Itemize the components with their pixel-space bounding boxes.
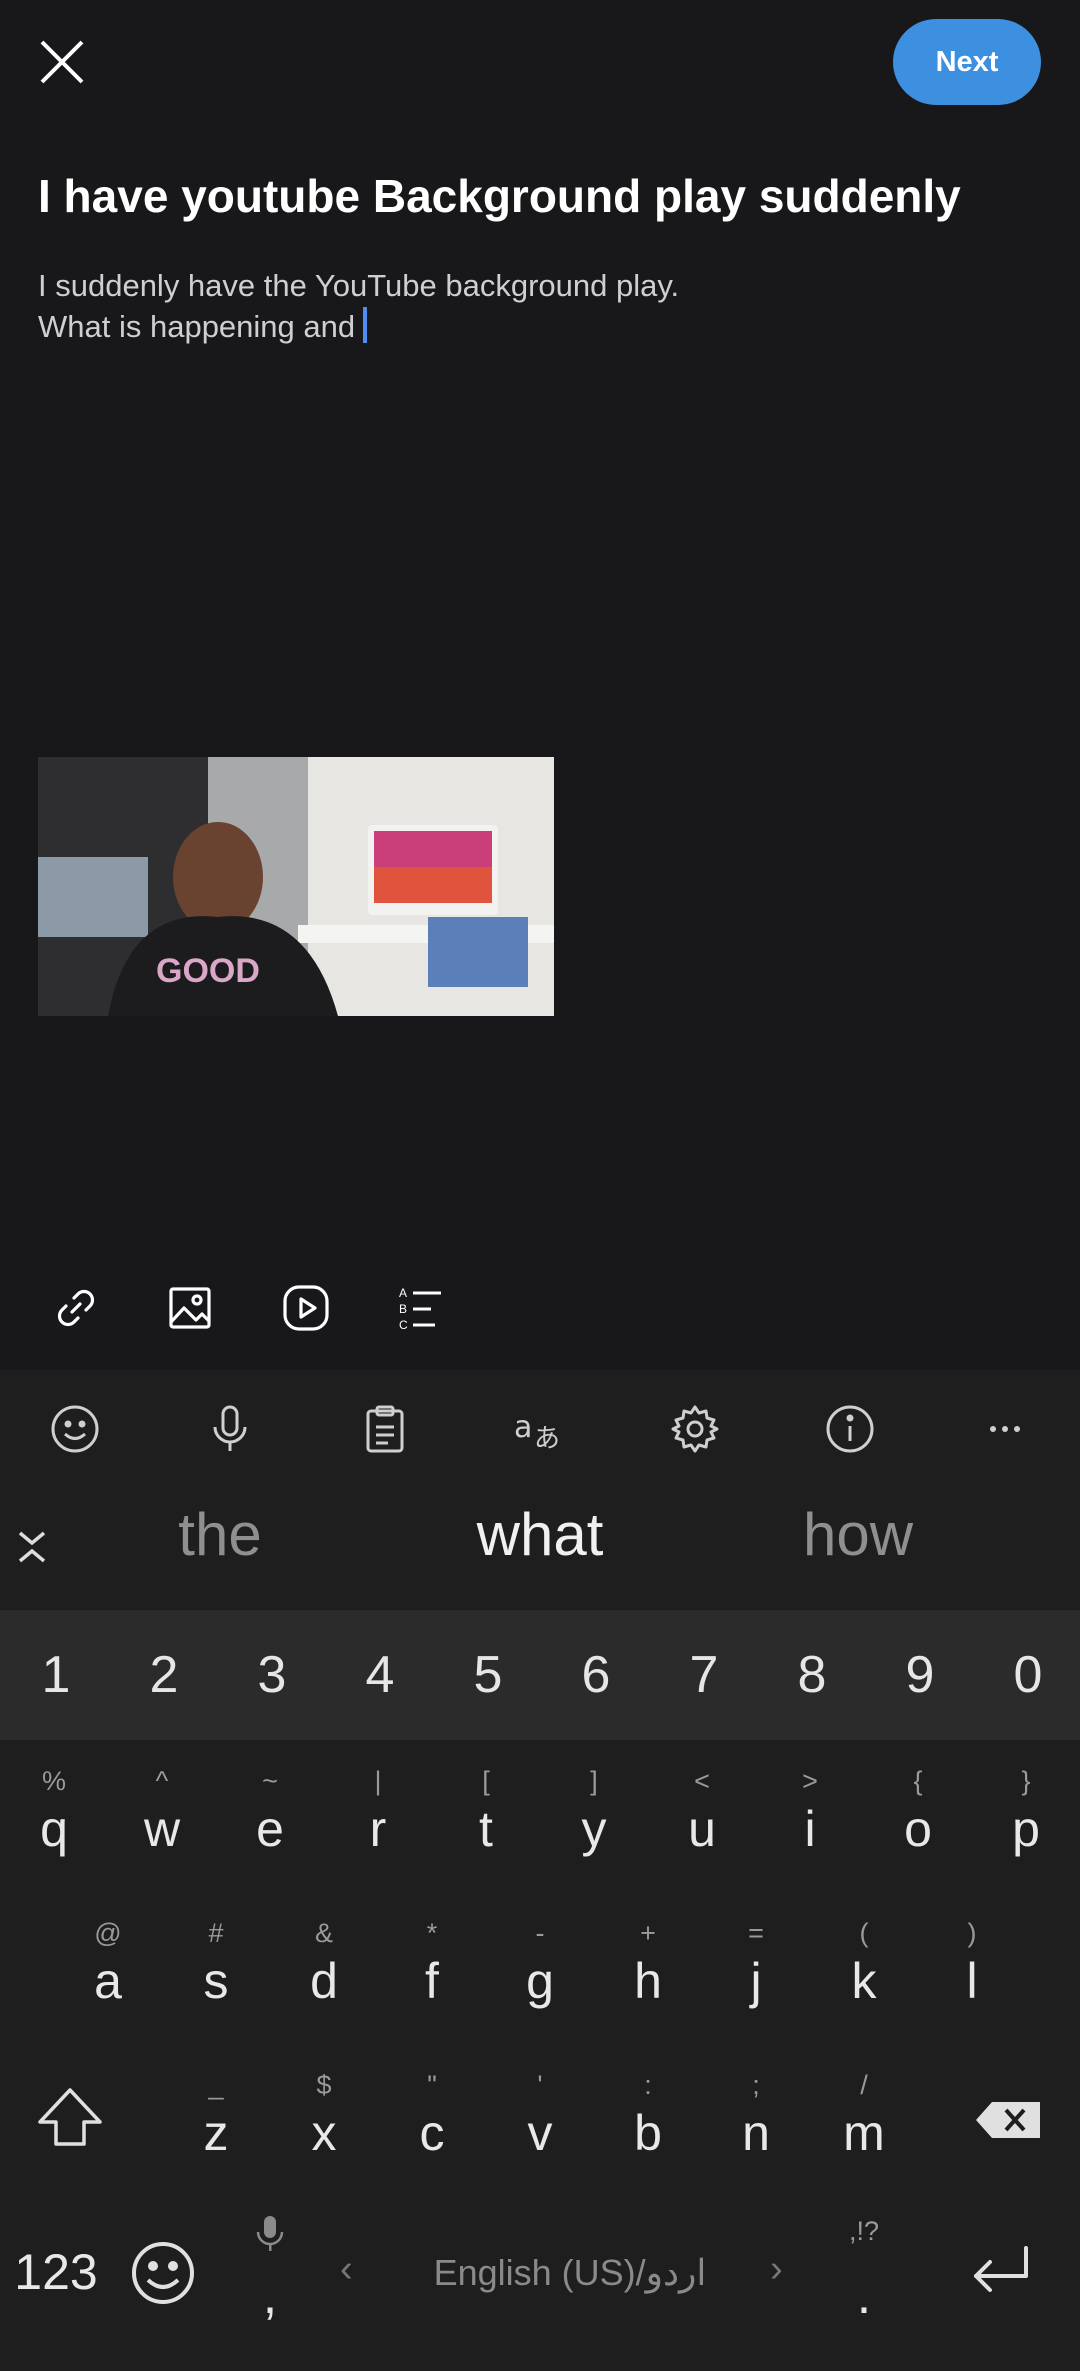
gear-icon bbox=[671, 1405, 719, 1453]
key-k[interactable]: (k bbox=[810, 1900, 918, 2050]
symbols-key[interactable]: 123 bbox=[6, 2232, 106, 2312]
svg-text:GOOD: GOOD bbox=[156, 952, 260, 990]
info-icon bbox=[826, 1405, 874, 1453]
body-line-1: I suddenly have the YouTube background p… bbox=[38, 268, 680, 303]
key-w[interactable]: ^ w bbox=[108, 1748, 216, 1898]
keyboard-more-button[interactable] bbox=[970, 1394, 1040, 1464]
image-button[interactable] bbox=[158, 1276, 222, 1340]
key-p[interactable]: } p bbox=[972, 1748, 1080, 1898]
svg-text:あ: あ bbox=[534, 1424, 560, 1454]
collapse-icon bbox=[18, 1531, 46, 1563]
key-1[interactable]: 1 bbox=[2, 1610, 110, 1740]
key-q[interactable]: % q bbox=[0, 1748, 108, 1898]
key-a[interactable]: @ a bbox=[54, 1900, 162, 2050]
key-4[interactable]: 4 bbox=[326, 1610, 434, 1740]
suggestion-2[interactable]: what bbox=[390, 1500, 690, 1569]
key-0[interactable]: 0 bbox=[974, 1610, 1080, 1740]
emoji-key[interactable] bbox=[128, 2238, 198, 2308]
key-3[interactable]: 3 bbox=[218, 1610, 326, 1740]
key-2[interactable]: 2 bbox=[110, 1610, 218, 1740]
key-l[interactable]: ) l bbox=[918, 1900, 1026, 2050]
attached-image[interactable]: GOOD bbox=[38, 757, 554, 1016]
key-u[interactable]: < u bbox=[648, 1748, 756, 1898]
translate-icon: a あ bbox=[514, 1410, 560, 1454]
key-y[interactable]: ] y bbox=[540, 1748, 648, 1898]
emoji-icon bbox=[51, 1405, 99, 1453]
suggestion-1[interactable]: the bbox=[70, 1500, 370, 1569]
more-icon bbox=[990, 1426, 1020, 1432]
key-e[interactable]: ~ e bbox=[216, 1748, 324, 1898]
mic-icon bbox=[213, 1405, 247, 1451]
key-5[interactable]: 5 bbox=[434, 1610, 542, 1740]
key-j[interactable]: = j bbox=[702, 1900, 810, 2050]
key-x[interactable]: $ x bbox=[270, 2052, 378, 2202]
collapse-suggestions-button[interactable] bbox=[10, 1525, 54, 1569]
svg-text:C: C bbox=[399, 1318, 408, 1332]
key-f[interactable]: * f bbox=[378, 1900, 486, 2050]
enter-key[interactable] bbox=[960, 2232, 1040, 2312]
keyboard-settings-button[interactable] bbox=[660, 1394, 730, 1464]
link-button[interactable] bbox=[44, 1276, 108, 1340]
key-n[interactable]: ; n bbox=[702, 2052, 810, 2202]
key-7[interactable]: 7 bbox=[650, 1610, 758, 1740]
clipboard-icon bbox=[366, 1405, 404, 1453]
comma-key[interactable]: , bbox=[222, 2210, 318, 2340]
key-c[interactable]: " c bbox=[378, 2052, 486, 2202]
close-icon bbox=[40, 40, 84, 84]
space-bar[interactable]: ‹ English (US)/اردو › bbox=[330, 2240, 810, 2310]
enter-icon bbox=[974, 2246, 1028, 2292]
key-h[interactable]: + h bbox=[594, 1900, 702, 2050]
suggestion-3[interactable]: how bbox=[708, 1500, 1008, 1569]
keyboard-voice-button[interactable] bbox=[195, 1394, 265, 1464]
shift-key[interactable] bbox=[28, 2078, 112, 2158]
backspace-icon bbox=[976, 2102, 1040, 2138]
text-cursor bbox=[363, 307, 368, 343]
key-i[interactable]: > i bbox=[756, 1748, 864, 1898]
svg-text:A: A bbox=[399, 1286, 407, 1300]
svg-text:a: a bbox=[514, 1410, 532, 1445]
link-icon bbox=[57, 1289, 95, 1327]
number-row: 1 2 3 4 5 6 7 8 9 0 bbox=[0, 1610, 1080, 1740]
key-d[interactable]: & d bbox=[270, 1900, 378, 2050]
key-v[interactable]: ' v bbox=[486, 2052, 594, 2202]
mic-icon bbox=[256, 2216, 284, 2251]
period-key[interactable]: ,!? . bbox=[814, 2210, 914, 2340]
next-button[interactable]: Next bbox=[893, 19, 1041, 105]
post-body-input[interactable]: I suddenly have the YouTube background p… bbox=[38, 265, 1038, 347]
key-r[interactable]: | r bbox=[324, 1748, 432, 1898]
keyboard-translate-button[interactable]: a あ bbox=[505, 1394, 575, 1464]
key-6[interactable]: 6 bbox=[542, 1610, 650, 1740]
keyboard-info-button[interactable] bbox=[815, 1394, 885, 1464]
list-icon: A B C bbox=[399, 1286, 441, 1332]
key-o[interactable]: {o bbox=[864, 1748, 972, 1898]
key-g[interactable]: -g bbox=[486, 1900, 594, 2050]
list-button[interactable]: A B C bbox=[388, 1276, 452, 1340]
keyboard-clipboard-button[interactable] bbox=[350, 1394, 420, 1464]
post-title-input[interactable]: I have youtube Background play suddenly bbox=[38, 166, 1048, 226]
backspace-key[interactable] bbox=[968, 2082, 1052, 2158]
image-icon bbox=[169, 1287, 211, 1329]
key-9[interactable]: 9 bbox=[866, 1610, 974, 1740]
chevron-left-icon: ‹ bbox=[340, 2248, 353, 2290]
key-z[interactable]: _ z bbox=[162, 2052, 270, 2202]
key-b[interactable]: :b bbox=[594, 2052, 702, 2202]
video-icon bbox=[283, 1285, 329, 1331]
key-s[interactable]: # s bbox=[162, 1900, 270, 2050]
close-button[interactable] bbox=[30, 30, 94, 94]
shift-icon bbox=[38, 2088, 102, 2146]
key-8[interactable]: 8 bbox=[758, 1610, 866, 1740]
emoji-icon bbox=[132, 2242, 194, 2304]
video-button[interactable] bbox=[274, 1276, 338, 1340]
chevron-right-icon: › bbox=[770, 2248, 783, 2290]
svg-text:B: B bbox=[399, 1302, 407, 1316]
key-m[interactable]: / m bbox=[810, 2052, 918, 2202]
key-t[interactable]: [t bbox=[432, 1748, 540, 1898]
body-line-2: What is happening and bbox=[38, 306, 1038, 347]
keyboard-emoji-button[interactable] bbox=[40, 1394, 110, 1464]
